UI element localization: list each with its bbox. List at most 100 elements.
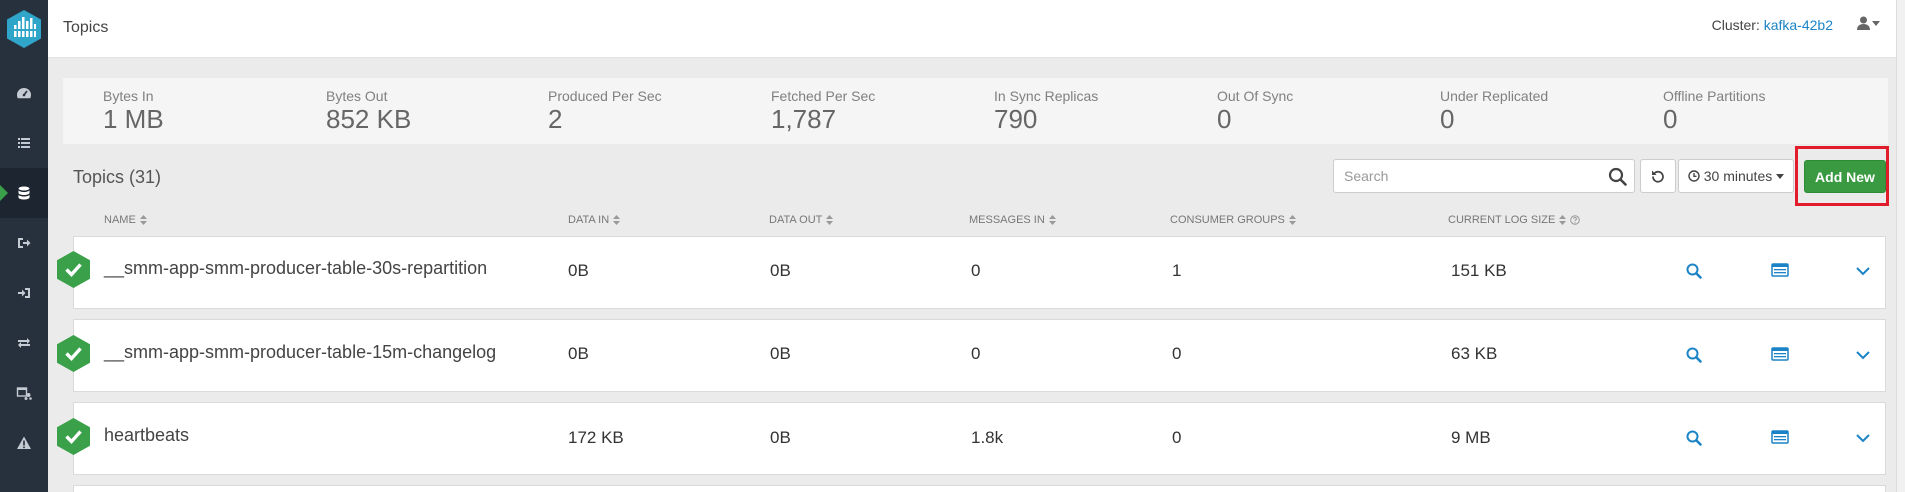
column-header-label: NAME [104,214,136,226]
sidebar-item-replication[interactable] [0,318,48,368]
log-size-cell: 151 KB [1451,261,1507,280]
consumer-groups-cell: 1 [1172,261,1182,280]
column-header-label: DATA OUT [769,214,823,226]
add-new-button[interactable]: Add New [1804,160,1886,193]
messages-in-cell: 0 [971,344,981,363]
time-range-label: 30 minutes [1703,168,1773,184]
search-icon[interactable] [1685,346,1703,364]
data-in-cell: 172 KB [568,428,624,447]
table-row[interactable] [73,485,1886,492]
metric-value: 0 [1440,104,1455,134]
metric-bytes-out: Bytes Out 852 KB [326,88,411,133]
chevron-down-icon[interactable] [1854,262,1872,280]
sidebar [0,0,48,492]
search-icon[interactable] [1685,262,1703,280]
metric-label: Out Of Sync [1217,88,1294,104]
user-menu[interactable] [1857,16,1880,30]
database-icon [18,186,30,200]
column-header-label: CURRENT LOG SIZE [1448,214,1556,226]
column-header-data-out[interactable]: DATA OUT [769,214,834,226]
sort-icon [1559,215,1567,225]
search-box [1333,159,1635,193]
top-header: Topics Cluster: kafka-42b2 [48,0,1905,58]
metric-fetched-per-sec: Fetched Per Sec 1,787 [771,88,875,133]
sort-icon [1288,215,1296,225]
list-icon [18,138,30,148]
page-title: Topics [63,19,109,36]
cluster-indicator: Cluster: kafka-42b2 [1712,17,1833,33]
caret-down-icon [1872,20,1880,26]
column-header-current-log-size[interactable]: CURRENT LOG SIZE [1448,214,1581,226]
app-logo-icon[interactable] [5,9,43,49]
consumer-groups-cell: 0 [1172,344,1182,363]
data-out-cell: 0B [770,344,791,363]
column-header-data-in[interactable]: DATA IN [568,214,621,226]
help-icon[interactable] [1570,215,1581,225]
sidebar-item-consumers[interactable] [0,268,48,318]
column-header-messages-in[interactable]: MESSAGES IN [969,214,1056,226]
sidebar-item-dashboard[interactable] [0,68,48,118]
metric-label: In Sync Replicas [994,88,1099,104]
search-icon[interactable] [1685,429,1703,447]
messages-in-cell: 1.8k [971,428,1004,447]
network-icon [16,387,32,400]
chevron-down-icon[interactable] [1854,429,1872,447]
metric-value: 0 [1217,104,1232,134]
metric-value: 1 MB [103,104,164,134]
cluster-label: Cluster: [1711,17,1760,33]
warning-icon [17,436,31,449]
time-range-dropdown[interactable]: 30 minutes [1678,159,1794,193]
data-out-cell: 0B [770,428,791,447]
consumer-groups-cell: 0 [1172,428,1182,447]
metric-value: 790 [994,104,1038,134]
column-header-name[interactable]: NAME [104,214,147,226]
sort-icon [139,215,147,225]
topic-name[interactable]: __smm-app-smm-producer-table-15m-changel… [104,342,496,363]
data-explorer-icon[interactable] [1771,345,1789,363]
metric-bytes-in: Bytes In 1 MB [103,88,164,133]
metric-offline-partitions: Offline Partitions 0 [1663,88,1765,133]
cluster-link[interactable]: kafka-42b2 [1764,17,1833,33]
search-icon[interactable] [1608,167,1627,186]
sort-icon [613,215,621,225]
data-out-cell: 0B [770,261,791,280]
dashboard-icon [17,88,31,99]
data-explorer-icon[interactable] [1771,428,1789,446]
column-header-consumer-groups[interactable]: CONSUMER GROUPS [1170,214,1296,226]
topic-name[interactable]: heartbeats [104,425,189,446]
sidebar-item-schema[interactable] [0,368,48,418]
metric-out-of-sync: Out Of Sync 0 [1217,88,1293,133]
chevron-down-icon[interactable] [1854,346,1872,364]
metric-value: 852 KB [326,104,412,134]
metric-value: 1,787 [771,104,837,134]
sidebar-item-topics[interactable] [0,168,48,218]
column-header-label: MESSAGES IN [969,214,1045,226]
metric-label: Offline Partitions [1663,88,1766,104]
page-scrollbar[interactable] [1896,0,1905,492]
topics-count-heading: Topics (31) [73,167,162,187]
exchange-icon [18,338,30,348]
sidebar-item-alerts[interactable] [0,418,48,468]
user-icon [1857,16,1870,30]
search-input[interactable] [1334,160,1594,192]
metrics-summary: Bytes In 1 MB Bytes Out 852 KB Produced … [63,78,1888,144]
clock-icon [1688,170,1700,182]
data-in-cell: 0B [568,261,589,280]
metric-produced-per-sec: Produced Per Sec 2 [548,88,662,133]
sidebar-item-list[interactable] [0,118,48,168]
column-header-label: DATA IN [568,214,610,226]
metric-label: Produced Per Sec [548,88,662,104]
metric-value: 0 [1663,104,1678,134]
metric-label: Fetched Per Sec [771,88,876,104]
sign-in-icon [18,288,30,298]
sidebar-item-producers[interactable] [0,218,48,268]
data-explorer-icon[interactable] [1771,261,1789,279]
refresh-button[interactable] [1640,159,1676,193]
topic-name[interactable]: __smm-app-smm-producer-table-30s-reparti… [104,258,487,279]
column-header-label: CONSUMER GROUPS [1170,214,1285,226]
log-size-cell: 63 KB [1451,344,1498,363]
metric-label: Bytes In [103,88,154,104]
metric-value: 2 [548,104,563,134]
metric-under-replicated: Under Replicated 0 [1440,88,1548,133]
sort-icon [826,215,834,225]
